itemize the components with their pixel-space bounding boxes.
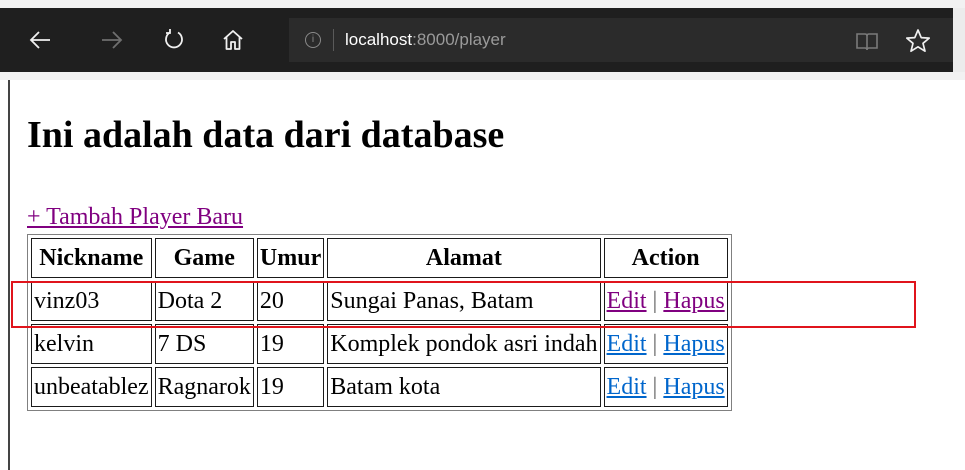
page-title: Ini adalah data dari database bbox=[27, 114, 505, 156]
forward-arrow-icon bbox=[102, 31, 123, 49]
url-path: :8000/player bbox=[412, 30, 506, 49]
cell-alamat: Komplek pondok asri indah bbox=[327, 324, 601, 364]
favorite-star-icon bbox=[905, 29, 931, 53]
cell-nickname: kelvin bbox=[31, 324, 152, 364]
address-bar[interactable]: i localhost:8000/player bbox=[289, 18, 953, 62]
cell-umur: 19 bbox=[256, 367, 325, 407]
edit-link[interactable]: Edit bbox=[607, 331, 647, 357]
cell-game: Dota 2 bbox=[154, 281, 254, 321]
delete-link[interactable]: Hapus bbox=[663, 288, 724, 314]
home-button[interactable] bbox=[217, 24, 249, 56]
cell-alamat: Batam kota bbox=[327, 367, 601, 407]
refresh-icon bbox=[165, 29, 183, 49]
refresh-button[interactable] bbox=[158, 24, 190, 56]
browser-chrome: i localhost:8000/player bbox=[0, 0, 965, 80]
table-row: unbeatablez Ragnarok 19 Batam kota Edit … bbox=[31, 367, 728, 407]
reading-view-icon bbox=[856, 33, 878, 51]
table-row: kelvin 7 DS 19 Komplek pondok asri indah… bbox=[31, 324, 728, 364]
reading-view-button[interactable] bbox=[855, 32, 879, 52]
header-alamat: Alamat bbox=[327, 238, 601, 278]
header-nickname: Nickname bbox=[31, 238, 152, 278]
home-icon bbox=[223, 30, 243, 50]
cell-umur: 19 bbox=[256, 324, 325, 364]
cell-alamat: Sungai Panas, Batam bbox=[327, 281, 601, 321]
browser-toolbar: i localhost:8000/player bbox=[0, 8, 965, 72]
action-separator: | bbox=[652, 287, 658, 314]
cell-action: Edit | Hapus bbox=[603, 324, 728, 364]
url-host: localhost bbox=[345, 30, 413, 49]
cell-nickname: unbeatablez bbox=[31, 367, 152, 407]
cell-game: 7 DS bbox=[154, 324, 254, 364]
back-button[interactable] bbox=[24, 24, 56, 56]
cell-umur: 20 bbox=[256, 281, 325, 321]
header-action: Action bbox=[603, 238, 728, 278]
table-row: vinz03 Dota 2 20 Sungai Panas, Batam Edi… bbox=[31, 281, 728, 321]
url-text[interactable]: localhost:8000/player bbox=[345, 30, 506, 50]
cell-nickname: vinz03 bbox=[31, 281, 152, 321]
header-game: Game bbox=[154, 238, 254, 278]
action-separator: | bbox=[652, 373, 658, 400]
address-separator bbox=[333, 29, 334, 51]
info-icon[interactable]: i bbox=[305, 32, 321, 48]
cell-action: Edit | Hapus bbox=[603, 281, 728, 321]
edit-link[interactable]: Edit bbox=[607, 374, 647, 400]
delete-link[interactable]: Hapus bbox=[663, 331, 724, 357]
header-umur: Umur bbox=[256, 238, 325, 278]
action-separator: | bbox=[652, 330, 658, 357]
favorite-button[interactable] bbox=[905, 28, 931, 54]
delete-link[interactable]: Hapus bbox=[663, 374, 724, 400]
table-header-row: Nickname Game Umur Alamat Action bbox=[31, 238, 728, 278]
forward-button[interactable] bbox=[96, 24, 128, 56]
cell-action: Edit | Hapus bbox=[603, 367, 728, 407]
cell-game: Ragnarok bbox=[154, 367, 254, 407]
back-arrow-icon bbox=[29, 31, 50, 49]
edit-link[interactable]: Edit bbox=[607, 288, 647, 314]
players-table: Nickname Game Umur Alamat Action vinz03 … bbox=[27, 234, 732, 411]
page-content: Ini adalah data dari database + Tambah P… bbox=[8, 80, 958, 470]
add-player-link[interactable]: + Tambah Player Baru bbox=[27, 204, 243, 231]
